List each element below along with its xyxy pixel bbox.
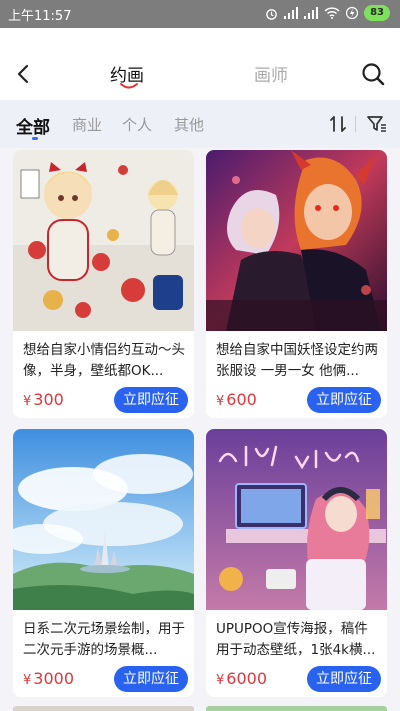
commission-card[interactable]: 想给自家中国妖怪设定约两张服设 一男一女 他俩... ¥600 立即应征 xyxy=(206,150,387,418)
sort-icon[interactable] xyxy=(328,114,348,134)
apply-now-button[interactable]: 立即应征 xyxy=(307,666,381,692)
signal-icon xyxy=(304,7,319,19)
commission-description: 想给自家中国妖怪设定约两张服设 一男一女 他俩... xyxy=(216,342,378,379)
category-other[interactable]: 其他 xyxy=(174,114,204,135)
commission-card[interactable]: UPUPOO宣传海报，稿件用于动态壁纸，1张4k横... ¥6000 立即应征 xyxy=(206,429,387,697)
tab-active-indicator xyxy=(120,83,138,89)
commission-description: 想给自家小情侣约互动～头像，半身，壁纸都OK... xyxy=(23,342,185,379)
commission-price: ¥6000 xyxy=(216,669,267,688)
apply-now-button[interactable]: 立即应征 xyxy=(114,387,188,413)
commission-price: ¥300 xyxy=(23,390,64,409)
alarm-icon xyxy=(266,8,277,20)
tab-artist[interactable]: 画师 xyxy=(254,61,288,86)
chill-vibes-room-illustration xyxy=(206,429,387,610)
price-value: 300 xyxy=(33,390,64,409)
charging-icon xyxy=(346,6,359,20)
back-arrow-icon[interactable] xyxy=(12,62,36,86)
toolbar-divider xyxy=(355,116,356,132)
wifi-icon xyxy=(324,7,340,19)
commission-description: UPUPOO宣传海报，稿件用于动态壁纸，1张4k横... xyxy=(216,621,376,658)
top-nav: 约画 画师 xyxy=(0,28,400,100)
price-value: 6000 xyxy=(226,669,267,688)
category-filter-bar: 全部 商业 个人 其他 xyxy=(0,100,400,148)
search-icon[interactable] xyxy=(360,61,386,87)
battery-indicator: 83 xyxy=(364,5,390,21)
status-bar: 上午11:57 83 xyxy=(0,0,400,28)
category-business[interactable]: 商业 xyxy=(72,114,102,135)
demon-couple-illustration xyxy=(206,150,387,331)
card-peek xyxy=(206,706,387,711)
apply-now-button[interactable]: 立即应征 xyxy=(114,666,188,692)
fantasy-landscape-illustration xyxy=(13,429,194,610)
currency-symbol: ¥ xyxy=(23,394,32,409)
apply-now-button[interactable]: 立即应征 xyxy=(307,387,381,413)
category-all[interactable]: 全部 xyxy=(16,113,50,138)
price-value: 3000 xyxy=(33,669,74,688)
currency-symbol: ¥ xyxy=(216,673,225,688)
price-value: 600 xyxy=(226,390,257,409)
commission-card[interactable]: 日系二次元场景绘制，用于二次元手游的场景概... ¥3000 立即应征 xyxy=(13,429,194,697)
currency-symbol: ¥ xyxy=(216,394,225,409)
currency-symbol: ¥ xyxy=(23,673,32,688)
status-icons: 83 xyxy=(265,5,390,21)
category-active-indicator xyxy=(32,137,38,140)
commission-description: 日系二次元场景绘制，用于二次元手游的场景概... xyxy=(23,621,185,658)
status-time: 上午11:57 xyxy=(8,9,72,24)
card-peek xyxy=(13,706,194,711)
filter-icon[interactable] xyxy=(366,114,388,134)
signal-icon xyxy=(284,7,299,19)
category-personal[interactable]: 个人 xyxy=(122,114,152,135)
next-row-peek xyxy=(0,700,400,711)
chibi-character-illustration xyxy=(13,150,194,331)
commission-price: ¥600 xyxy=(216,390,257,409)
commission-price: ¥3000 xyxy=(23,669,74,688)
commission-card[interactable]: 想给自家小情侣约互动～头像，半身，壁纸都OK... ¥300 立即应征 xyxy=(13,150,194,418)
